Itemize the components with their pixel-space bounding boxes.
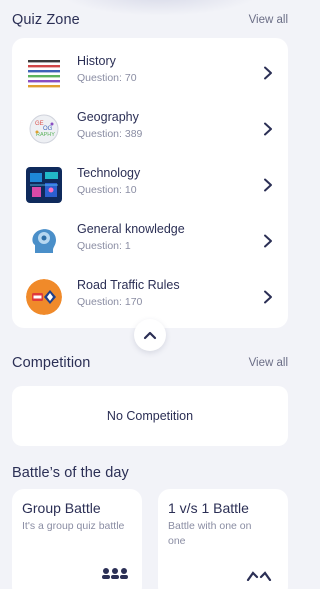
quiz-item-history[interactable]: History Question: 70 bbox=[12, 48, 288, 98]
quiz-item-count: Question: 1 bbox=[77, 240, 131, 252]
chevron-up-icon bbox=[143, 331, 157, 340]
one-vs-one-battle-card[interactable]: 1 v/s 1 Battle Battle with one on one bbox=[158, 489, 288, 589]
quiz-item-general-knowledge[interactable]: General knowledge Question: 1 bbox=[12, 216, 288, 266]
collapse-quiz-zone-button[interactable] bbox=[134, 319, 166, 351]
quiz-zone-title: Quiz Zone bbox=[12, 12, 80, 28]
quiz-item-name: Geography bbox=[77, 110, 139, 124]
competition-card: No Competition bbox=[12, 386, 288, 446]
quiz-item-name: Road Traffic Rules bbox=[77, 278, 180, 292]
chevron-right-icon bbox=[264, 122, 272, 136]
chevron-right-icon bbox=[264, 234, 272, 248]
group-battle-card[interactable]: Group Battle It's a group quiz battle bbox=[12, 489, 142, 589]
chevron-right-icon bbox=[264, 178, 272, 192]
chevron-right-icon bbox=[264, 290, 272, 304]
battle-card-title: 1 v/s 1 Battle bbox=[168, 500, 249, 516]
traffic-sign-icon bbox=[26, 279, 62, 315]
quiz-item-name: Technology bbox=[77, 166, 141, 180]
quiz-item-geography[interactable]: GE OG RAPHY Geography Question: 389 bbox=[12, 104, 288, 154]
group-people-icon bbox=[102, 568, 128, 579]
no-competition-text: No Competition bbox=[106, 409, 194, 423]
chevron-right-icon bbox=[264, 66, 272, 80]
quiz-item-count: Question: 389 bbox=[77, 128, 143, 140]
battles-title: Battle’s of the day bbox=[12, 465, 129, 481]
quiz-item-road-traffic-rules[interactable]: Road Traffic Rules Question: 170 bbox=[12, 272, 288, 322]
battles-header: Battle’s of the day bbox=[12, 465, 288, 481]
competition-title: Competition bbox=[12, 355, 91, 371]
quiz-item-count: Question: 170 bbox=[77, 296, 143, 308]
battle-card-subtitle: It's a group quiz battle bbox=[22, 520, 125, 532]
competition-view-all-link[interactable]: View all bbox=[249, 357, 288, 369]
svg-text:RAPHY: RAPHY bbox=[36, 132, 55, 138]
battle-card-subtitle: Battle with one on one bbox=[168, 520, 252, 547]
quiz-item-count: Question: 10 bbox=[77, 184, 137, 196]
quiz-zone-card: History Question: 70 GE OG RAPHY Geograp… bbox=[12, 38, 288, 328]
history-stripes-icon bbox=[26, 55, 62, 91]
quiz-item-technology[interactable]: Technology Question: 10 bbox=[12, 160, 288, 210]
brain-head-icon bbox=[26, 223, 62, 259]
quiz-item-name: History bbox=[77, 54, 116, 68]
competition-header: Competition View all bbox=[12, 355, 288, 371]
quiz-zone-header: Quiz Zone View all bbox=[12, 12, 288, 28]
technology-circuit-icon bbox=[26, 167, 62, 203]
versus-icon bbox=[246, 571, 272, 581]
quiz-item-count: Question: 70 bbox=[77, 72, 137, 84]
battle-card-title: Group Battle bbox=[22, 500, 101, 516]
geography-globe-icon: GE OG RAPHY bbox=[26, 111, 62, 147]
quiz-item-name: General knowledge bbox=[77, 222, 185, 236]
quiz-zone-view-all-link[interactable]: View all bbox=[249, 14, 288, 26]
